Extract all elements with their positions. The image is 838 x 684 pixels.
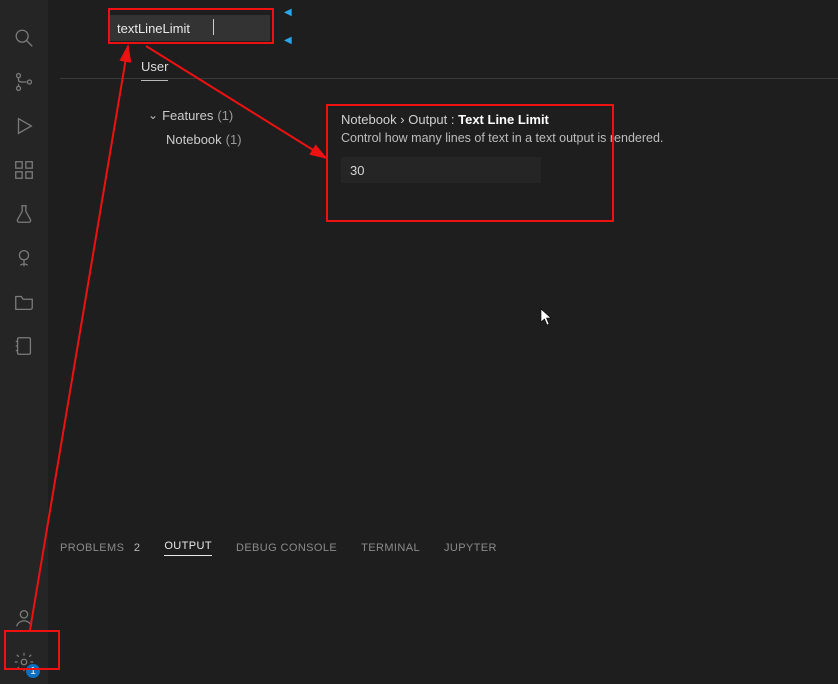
tree-group-label: Features — [162, 108, 213, 123]
annotation-arrows — [0, 0, 838, 684]
gear-badge: 1 — [26, 664, 40, 678]
search-icon[interactable] — [0, 16, 48, 60]
run-icon[interactable] — [0, 104, 48, 148]
mouse-cursor-icon — [540, 308, 554, 326]
panel-tab-terminal[interactable]: TERMINAL — [361, 542, 420, 554]
settings-tree: ⌄ Features (1) Notebook (1) — [148, 104, 242, 150]
setting-description: Control how many lines of text in a text… — [341, 131, 791, 145]
notebook-icon[interactable] — [0, 324, 48, 368]
tree-group-features[interactable]: ⌄ Features (1) — [148, 104, 242, 126]
text-cursor — [213, 19, 214, 35]
setting-text-line-limit: Notebook › Output : Text Line Limit Cont… — [341, 112, 791, 183]
settings-search-wrap — [110, 15, 280, 43]
tree-item-count: (1) — [226, 132, 242, 147]
activity-bar: 1 — [0, 0, 48, 684]
tree-item-label: Notebook — [166, 132, 222, 147]
setting-value-input[interactable] — [341, 157, 541, 183]
manage-gear-icon[interactable]: 1 — [0, 640, 48, 684]
folder-icon[interactable] — [0, 280, 48, 324]
source-control-icon[interactable] — [0, 60, 48, 104]
flask-icon[interactable] — [0, 192, 48, 236]
split-marker-icon: ◀ — [284, 35, 292, 46]
tree-item-notebook[interactable]: Notebook (1) — [166, 128, 242, 150]
setting-title: Notebook › Output : Text Line Limit — [341, 112, 791, 127]
setting-breadcrumb-1: Notebook — [341, 112, 397, 127]
panel-tabs: PROBLEMS 2 OUTPUT DEBUG CONSOLE TERMINAL… — [60, 540, 497, 556]
panel-tab-debug-console[interactable]: DEBUG CONSOLE — [236, 542, 337, 554]
setting-name: Text Line Limit — [458, 112, 549, 127]
split-marker-icon: ◀ — [284, 7, 292, 18]
scope-divider — [60, 78, 838, 79]
settings-search-input[interactable] — [110, 15, 270, 41]
chevron-down-icon: ⌄ — [148, 108, 158, 122]
account-icon[interactable] — [0, 596, 48, 640]
extensions-icon[interactable] — [0, 148, 48, 192]
panel-tab-output[interactable]: OUTPUT — [164, 540, 212, 556]
panel-tab-jupyter[interactable]: JUPYTER — [444, 542, 497, 554]
environment-icon[interactable] — [0, 236, 48, 280]
panel-tab-label: PROBLEMS — [60, 542, 124, 554]
tree-group-count: (1) — [217, 108, 233, 123]
panel-tab-problems[interactable]: PROBLEMS 2 — [60, 542, 140, 554]
problems-count: 2 — [128, 542, 141, 554]
setting-breadcrumb-2: Output — [408, 112, 447, 127]
